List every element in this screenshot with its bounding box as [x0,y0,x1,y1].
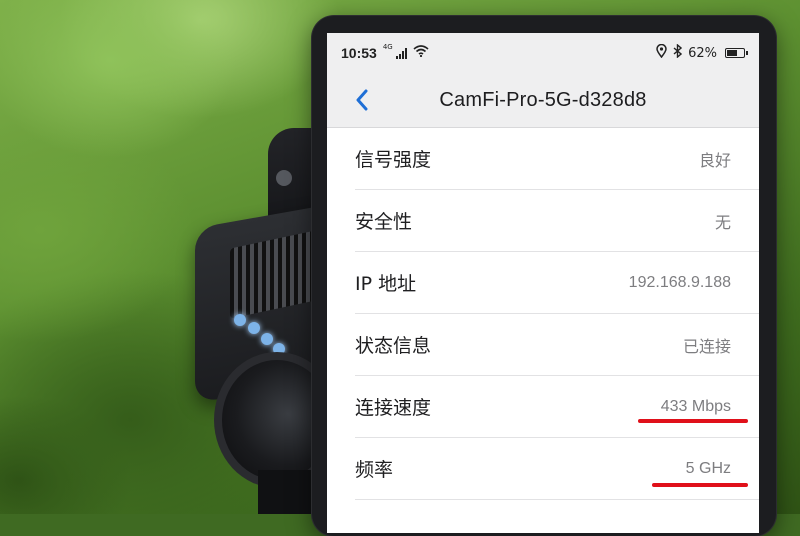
signal-bars-icon [395,47,407,59]
detail-row-signal-strength: 信号强度 良好 [355,128,759,190]
device-led [248,322,260,334]
chevron-left-icon [356,89,368,111]
camera-knob [276,170,292,186]
detail-row-status: 状态信息 已连接 [355,314,759,376]
detail-value: 良好 [698,152,731,170]
detail-value: 192.168.9.188 [628,273,731,291]
detail-row-frequency: 频率 5 GHz [355,438,759,500]
title-bar: CamFi-Pro-5G-d328d8 [327,73,759,128]
detail-label: 状态信息 [355,335,432,357]
location-pin-icon [656,43,667,62]
detail-label: IP 地址 [355,273,417,295]
device-led [261,333,273,345]
camera-stand [258,470,318,514]
wifi-icon [413,45,429,61]
detail-label: 信号强度 [355,149,432,171]
battery-icon [725,48,748,58]
battery-fill [727,50,737,56]
battery-percent: 62% [688,45,717,61]
detail-value: 已连接 [682,338,731,356]
detail-row-ip-address: IP 地址 192.168.9.188 [355,252,759,314]
detail-row-security: 安全性 无 [355,190,759,252]
status-bar: 10:53 4G 62% [327,33,759,73]
back-button[interactable] [349,87,375,113]
detail-value: 5 GHz [685,459,731,477]
detail-label: 连接速度 [355,397,432,419]
detail-value: 无 [714,214,731,232]
network-type: 4G [382,43,393,51]
detail-row-link-speed: 连接速度 433 Mbps [355,376,759,438]
detail-value: 433 Mbps [660,397,731,415]
highlight-underline-frequency [652,483,748,487]
detail-label: 频率 [355,459,394,481]
phone-screen: 10:53 4G 62% CamFi-Pro-5G-d328d8 信号强度 良好… [327,33,759,533]
bluetooth-icon [673,43,683,62]
network-details-list: 信号强度 良好 安全性 无 IP 地址 192.168.9.188 状态信息 已… [327,128,759,500]
device-led [234,314,246,326]
detail-label: 安全性 [355,211,413,233]
status-left: 10:53 4G [341,43,429,61]
status-time: 10:53 [341,45,377,61]
status-right: 62% [656,43,748,62]
highlight-underline-speed [638,419,748,423]
page-title: CamFi-Pro-5G-d328d8 [439,88,647,111]
